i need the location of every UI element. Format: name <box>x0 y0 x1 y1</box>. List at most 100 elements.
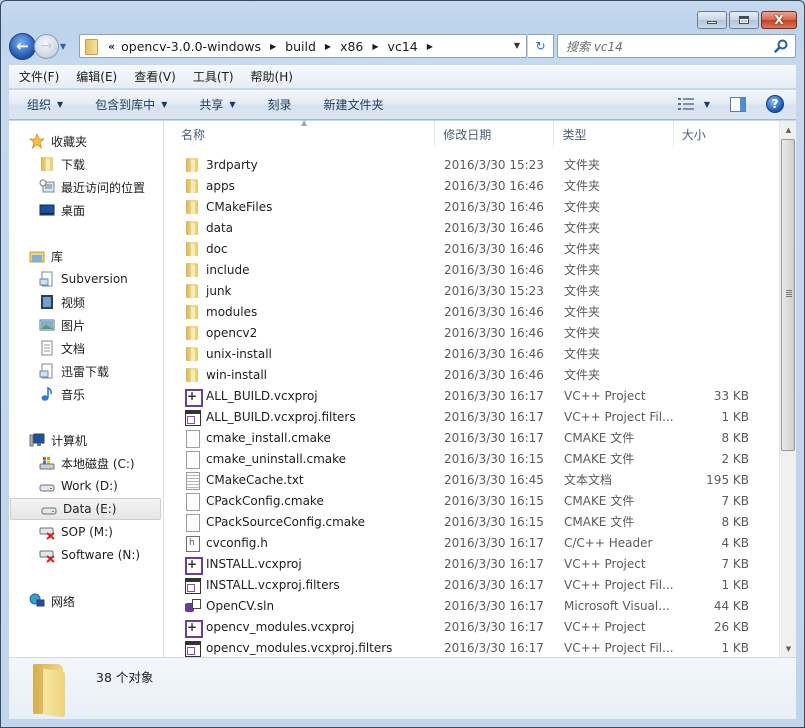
preview-pane-icon[interactable] <box>730 96 746 112</box>
file-row[interactable]: INSTALL.vcxproj.filters 2016/3/30 16:17 VC… <box>165 574 779 595</box>
search-icon[interactable] <box>773 38 789 54</box>
file-row[interactable]: cmake_install.cmake 2016/3/30 16:17 CMAKE … <box>165 427 779 448</box>
file-type: 文件夹 <box>564 347 601 361</box>
sidebar-item-network[interactable]: 网络 <box>9 590 163 612</box>
file-row[interactable]: win-install 2016/3/30 16:46 文件夹 <box>165 364 779 385</box>
file-row[interactable]: CPackSourceConfig.cmake 2016/3/30 16:15 CM… <box>165 511 779 532</box>
breadcrumb-separator-icon[interactable]: ▶ <box>372 42 378 51</box>
file-row[interactable]: doc 2016/3/30 16:46 文件夹 <box>165 238 779 259</box>
recent-pages-dropdown[interactable]: ▼ <box>60 42 70 51</box>
file-name-cell: modules <box>165 304 437 320</box>
file-row[interactable]: CMakeCache.txt 2016/3/30 16:45 文本文档 195 KB <box>165 469 779 490</box>
search-input[interactable]: 搜索 vc14 <box>557 34 796 58</box>
refresh-button[interactable]: ↻ <box>528 34 554 58</box>
menu-tools[interactable]: 工具(T) <box>183 68 241 85</box>
sidebar-item-recent-places[interactable]: 最近访问的位置 <box>9 176 163 198</box>
disconnected-drive-icon <box>39 527 55 540</box>
breadcrumb-item[interactable]: vc14 <box>388 39 418 54</box>
menu-help[interactable]: 帮助(H) <box>241 68 300 85</box>
organize-button[interactable]: 组织 ▼ <box>9 96 77 113</box>
menu-file[interactable]: 文件(F) <box>9 68 66 85</box>
column-header-size[interactable]: 大小 <box>674 121 779 147</box>
scroll-down-button[interactable]: ▼ <box>780 640 797 657</box>
folder-icon <box>84 38 98 55</box>
drive-icon <box>41 507 57 515</box>
file-row[interactable]: data 2016/3/30 16:46 文件夹 <box>165 217 779 238</box>
breadcrumb-item[interactable]: build <box>285 39 316 54</box>
file-row[interactable]: opencv_modules.vcxproj 2016/3/30 16:17 VC+… <box>165 616 779 638</box>
scroll-up-button[interactable]: ▲ <box>780 121 797 138</box>
sidebar-item-drive-d[interactable]: Work (D:) <box>9 475 163 497</box>
file-row[interactable]: ALL_BUILD.vcxproj.filters 2016/3/30 16:17… <box>165 406 779 427</box>
sidebar-item-drive-c[interactable]: 本地磁盘 (C:) <box>9 452 163 474</box>
sidebar-label: 文档 <box>61 341 86 356</box>
column-header-type[interactable]: 类型 <box>554 121 674 147</box>
sidebar-item-libraries[interactable]: 库 <box>9 245 163 267</box>
file-row[interactable]: opencv2 2016/3/30 16:46 文件夹 <box>165 322 779 343</box>
file-size: 8 KB <box>721 430 749 445</box>
breadcrumb-separator-icon[interactable]: ▶ <box>270 42 276 51</box>
share-button[interactable]: 共享 ▼ <box>181 96 249 113</box>
file-name: cvconfig.h <box>206 535 268 550</box>
address-history-dropdown[interactable]: ▼ <box>514 41 520 50</box>
file-date: 2016/3/30 16:17 <box>444 430 544 445</box>
header-file-icon <box>184 535 200 552</box>
sidebar-label: 迅雷下载 <box>61 364 110 379</box>
file-row[interactable]: junk 2016/3/30 15:23 文件夹 <box>165 280 779 301</box>
sidebar-item-documents[interactable]: 文档 <box>9 337 163 359</box>
breadcrumb-item[interactable]: x86 <box>340 39 363 54</box>
file-row[interactable]: opencv_modules.vcxproj.filters 2016/3/30 … <box>165 637 779 658</box>
file-row[interactable]: 3rdparty 2016/3/30 15:23 文件夹 <box>165 154 779 175</box>
breadcrumb-overflow[interactable]: « <box>108 40 115 53</box>
file-row[interactable]: OpenCV.sln 2016/3/30 16:17 Microsoft Visua… <box>165 595 779 616</box>
burn-button[interactable]: 刻录 <box>250 96 306 113</box>
view-options-dropdown[interactable]: ▼ <box>704 100 710 109</box>
sidebar-item-drive-m[interactable]: SOP (M:) <box>9 521 163 543</box>
include-in-library-button[interactable]: 包含到库中 ▼ <box>77 96 181 113</box>
sidebar-item-desktop[interactable]: 桌面 <box>9 199 163 221</box>
sidebar-item-pictures[interactable]: 图片 <box>9 314 163 336</box>
sidebar-item-videos[interactable]: 视频 <box>9 291 163 313</box>
close-button[interactable]: X <box>761 11 797 29</box>
vertical-scrollbar[interactable]: ▲ ▼ <box>779 121 796 657</box>
column-header-date[interactable]: 修改日期 <box>435 121 555 147</box>
sidebar-item-drive-e[interactable]: Data (E:) <box>10 498 161 520</box>
breadcrumb-separator-icon[interactable]: ▶ <box>427 42 433 51</box>
column-header-name[interactable]: ▲ 名称 <box>165 118 436 147</box>
file-row[interactable]: cmake_uninstall.cmake 2016/3/30 16:15 CMAK… <box>165 448 779 469</box>
scroll-thumb[interactable] <box>781 139 795 451</box>
sidebar-item-music[interactable]: 音乐 <box>9 383 163 405</box>
file-date: 2016/3/30 16:46 <box>444 304 544 319</box>
file-row[interactable]: ALL_BUILD.vcxproj 2016/3/30 16:17 VC++ Pro… <box>165 385 779 407</box>
pictures-icon <box>39 319 55 331</box>
sidebar-item-computer[interactable]: 计算机 <box>9 429 163 451</box>
file-row[interactable]: modules 2016/3/30 16:46 文件夹 <box>165 301 779 322</box>
forward-button[interactable]: → <box>34 33 59 59</box>
explorer-window: X ← → ▼ « opencv-3.0.0-windows ▶ build ▶… <box>0 0 805 728</box>
breadcrumb-separator-icon[interactable]: ▶ <box>325 42 331 51</box>
minimize-button[interactable] <box>697 11 727 29</box>
breadcrumb-item[interactable]: opencv-3.0.0-windows <box>121 39 261 54</box>
file-row[interactable]: unix-install 2016/3/30 16:46 文件夹 <box>165 343 779 364</box>
back-button[interactable]: ← <box>9 32 36 60</box>
file-row[interactable]: CMakeFiles 2016/3/30 16:46 文件夹 <box>165 196 779 217</box>
sidebar-item-favorites[interactable]: 收藏夹 <box>9 130 163 152</box>
menu-view[interactable]: 查看(V) <box>124 68 183 85</box>
file-row[interactable]: cvconfig.h 2016/3/30 16:17 C/C++ Header 4 K… <box>165 532 779 553</box>
sidebar-item-subversion[interactable]: Subversion <box>9 268 163 290</box>
address-bar[interactable]: « opencv-3.0.0-windows ▶ build ▶ x86 ▶ v… <box>79 34 527 58</box>
folder-icon <box>184 157 200 173</box>
help-icon[interactable]: ? <box>766 95 784 113</box>
file-row[interactable]: CPackConfig.cmake 2016/3/30 16:15 CMAKE 文件… <box>165 490 779 511</box>
sidebar-item-downloads[interactable]: 下载 <box>9 153 163 175</box>
file-name: opencv_modules.vcxproj.filters <box>206 640 393 655</box>
new-folder-button[interactable]: 新建文件夹 <box>306 96 398 113</box>
sidebar-item-thunder-downloads[interactable]: 迅雷下载 <box>9 360 163 382</box>
menu-edit[interactable]: 编辑(E) <box>66 68 124 85</box>
change-view-icon[interactable] <box>677 97 694 111</box>
file-row[interactable]: apps 2016/3/30 16:46 文件夹 <box>165 175 779 196</box>
file-row[interactable]: include 2016/3/30 16:46 文件夹 <box>165 259 779 280</box>
file-row[interactable]: INSTALL.vcxproj 2016/3/30 16:17 VC++ Proje… <box>165 553 779 575</box>
maximize-button[interactable] <box>729 11 759 29</box>
sidebar-item-drive-n[interactable]: Software (N:) <box>9 544 163 566</box>
